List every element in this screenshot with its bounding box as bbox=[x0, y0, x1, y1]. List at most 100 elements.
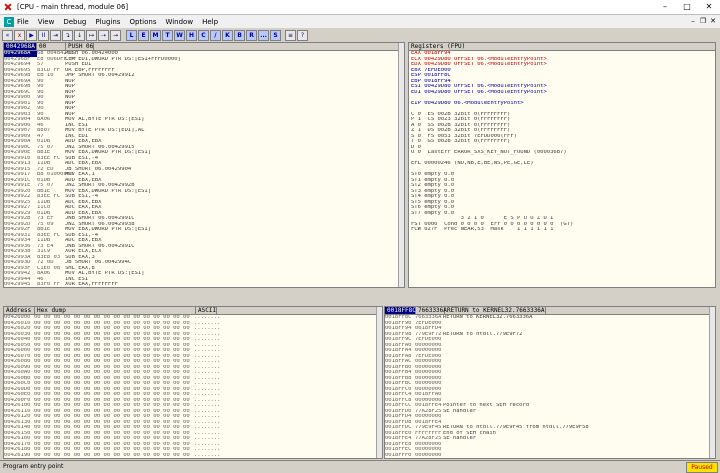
disasm-command: LEA EDI,DWORD PTR DS:[ESI+FFFD0000] bbox=[65, 56, 181, 62]
dump-ascii: ........ bbox=[194, 408, 221, 414]
execute-till-return-icon[interactable]: ⇢ bbox=[98, 29, 109, 41]
disasm-command: JNB SHORT 06.0042991C bbox=[65, 243, 135, 249]
disasm-command: ADC EBX,EBX bbox=[65, 199, 102, 205]
menu-view[interactable]: View bbox=[38, 18, 55, 26]
stack-comment: OFFSET 06.<ModuleEntryPoint> bbox=[443, 458, 536, 459]
menu-options[interactable]: Options bbox=[129, 18, 156, 26]
toolbar: « x ▶ II ⇥ ↴ ↓ ↦ ⇢ → L E M T W H C / K B… bbox=[0, 29, 720, 41]
executable-modules-button[interactable]: E bbox=[138, 29, 149, 41]
dump-ascii: ........ bbox=[194, 447, 221, 452]
disasm-command: ADD EBX,EBX bbox=[65, 177, 102, 183]
goto-icon[interactable]: → bbox=[110, 29, 121, 41]
stack-pane[interactable]: 0018FF8C 7663336ARETURN to KERNEL32.76633… bbox=[384, 306, 716, 459]
disasm-command: JB SHORT 06.0042994C bbox=[65, 260, 132, 265]
dump-col-ascii: ASCII bbox=[198, 307, 218, 314]
dump-row[interactable]: 004261A000 00 00 00 00 00 00 00 00 00 00… bbox=[4, 458, 382, 459]
dump-ascii: ........ bbox=[194, 381, 221, 386]
dump-ascii: ........ bbox=[194, 326, 221, 331]
disasm-command: SUB ESI,-4 bbox=[65, 155, 99, 161]
dump-ascii: ........ bbox=[194, 386, 221, 392]
references-button[interactable]: R bbox=[246, 29, 257, 41]
menu-window[interactable]: Window bbox=[165, 18, 193, 26]
hex-dump-pane[interactable]: Address Hex dump ASCII 00426000 00 00 00 00… bbox=[3, 306, 383, 459]
menu-debug[interactable]: Debug bbox=[63, 18, 86, 26]
stack-value: 00429D80 bbox=[415, 458, 443, 459]
memory-map-button[interactable]: M bbox=[150, 29, 161, 41]
open-icon[interactable]: « bbox=[2, 29, 13, 41]
disassembly-scrollbar[interactable] bbox=[398, 43, 404, 287]
minimize-button[interactable]: – bbox=[654, 0, 676, 14]
mdi-close-icon[interactable]: ✕ bbox=[708, 16, 718, 26]
handles-button[interactable]: H bbox=[186, 29, 197, 41]
close-button[interactable]: ✕ bbox=[698, 0, 720, 14]
status-text: Program entry point bbox=[3, 463, 64, 470]
dump-address: 004261A0 bbox=[4, 458, 34, 459]
dump-ascii: ........ bbox=[194, 359, 221, 364]
cpu-button[interactable]: C bbox=[198, 29, 209, 41]
disasm-command: MOV EBX,DWORD PTR DS:[ESI] bbox=[65, 188, 152, 194]
menu-help[interactable]: Help bbox=[202, 18, 218, 26]
trace-over-icon[interactable]: ↦ bbox=[86, 29, 97, 41]
dump-ascii: ........ bbox=[194, 348, 221, 353]
step-into-icon[interactable]: ⇥ bbox=[50, 29, 61, 41]
registers-pane[interactable]: Registers (FPU) EAX 0018FF94 ECX 00429D80… bbox=[408, 42, 716, 288]
disasm-command: MOV BYTE PTR DS:[EDI],AL bbox=[65, 128, 145, 133]
stack-row[interactable]: 0018FFF400429D80OFFSET 06.<ModuleEntryPo… bbox=[385, 458, 715, 459]
disasm-command: MOV AL,BYTE PTR DS:[ESI] bbox=[65, 117, 145, 122]
dump-ascii: ........ bbox=[194, 370, 221, 375]
disasm-command: SUB ESI,-4 bbox=[65, 194, 99, 199]
disasm-col-address: 0042968A bbox=[4, 43, 37, 50]
trace-into-icon[interactable]: ↓ bbox=[74, 29, 85, 41]
disasm-command: INC ESI bbox=[65, 122, 89, 128]
dump-ascii: ........ bbox=[194, 425, 221, 430]
run-trace-button[interactable]: ... bbox=[258, 29, 269, 41]
stack-scrollbar[interactable] bbox=[709, 307, 715, 458]
status-bar: Program entry point Paused bbox=[0, 460, 720, 473]
mdi-cpu-icon[interactable]: C bbox=[4, 16, 14, 27]
disasm-command: SHL EAX,8 bbox=[65, 265, 95, 271]
threads-button[interactable]: T bbox=[162, 29, 173, 41]
menu-file[interactable]: File bbox=[17, 18, 29, 26]
disasm-command: ADC EAX,EAX bbox=[65, 205, 102, 210]
stack-comment: SE handler bbox=[443, 436, 477, 441]
disasm-command: MOV EBX,DWORD PTR DS:[ESI] bbox=[65, 150, 152, 155]
maximize-button[interactable]: □ bbox=[676, 0, 698, 14]
disasm-row[interactable]: 0042994874 74JE SHORT 06.004299BE bbox=[4, 288, 404, 289]
dump-ascii: ........ bbox=[194, 364, 221, 370]
run-icon[interactable]: ▶ bbox=[26, 29, 37, 41]
dump-ascii: ........ bbox=[194, 392, 221, 397]
disasm-command: INC ESI bbox=[65, 276, 89, 282]
register-line[interactable]: FCW 027F Prec NEAR,53 Mask 1 1 1 1 1 1 bbox=[411, 227, 715, 233]
disassembly-rows: 0042968A 68 00484200PUSH 06.00424000 00429… bbox=[4, 51, 404, 289]
disasm-command: MOV EAX,1 bbox=[65, 172, 95, 177]
disasm-command: INC EDI bbox=[65, 133, 89, 139]
pause-icon[interactable]: II bbox=[38, 29, 49, 41]
disasm-command: NOP bbox=[65, 106, 75, 111]
help-icon[interactable]: ? bbox=[297, 29, 308, 41]
disasm-address: 00429948 bbox=[4, 288, 37, 289]
log-window-button[interactable]: L bbox=[126, 29, 137, 41]
patches-button[interactable]: / bbox=[210, 29, 221, 41]
breakpoints-button[interactable]: B bbox=[234, 29, 245, 41]
dump-scrollbar[interactable] bbox=[376, 307, 382, 458]
source-button[interactable]: S bbox=[270, 29, 281, 41]
disasm-command: JB SHORT 06.00429904 bbox=[65, 166, 132, 172]
menu-bar: C File View Debug Plugins Options Window… bbox=[0, 15, 720, 28]
stack-comment: RETURN to ntdll.779E9F72 bbox=[443, 331, 523, 337]
disassembly-pane[interactable]: 0042968A 00 PUSH 06 0042968A 68 00484200PUS… bbox=[3, 42, 405, 288]
stack-comment: RETURN to ntdll.779E9F45 from ntdll.779E… bbox=[443, 425, 589, 430]
debug-options-icon[interactable]: ≡ bbox=[285, 29, 296, 41]
mdi-minimize-icon[interactable]: – bbox=[688, 16, 698, 26]
dump-rows: 00426000 00 00 00 00 00 00 00 00 00 00 00… bbox=[4, 315, 382, 459]
dump-ascii: ........ bbox=[194, 414, 221, 419]
call-stack-button[interactable]: K bbox=[222, 29, 233, 41]
close-process-icon[interactable]: x bbox=[14, 29, 25, 41]
disasm-command: NOP bbox=[65, 84, 75, 89]
mdi-restore-icon[interactable]: ❐ bbox=[698, 16, 708, 26]
menu-plugins[interactable]: Plugins bbox=[95, 18, 120, 26]
disasm-command: NOP bbox=[65, 78, 75, 84]
step-over-icon[interactable]: ↴ bbox=[62, 29, 73, 41]
windows-button[interactable]: W bbox=[174, 29, 185, 41]
disasm-command: NOP bbox=[65, 100, 75, 106]
dump-ascii: ........ bbox=[194, 452, 221, 458]
